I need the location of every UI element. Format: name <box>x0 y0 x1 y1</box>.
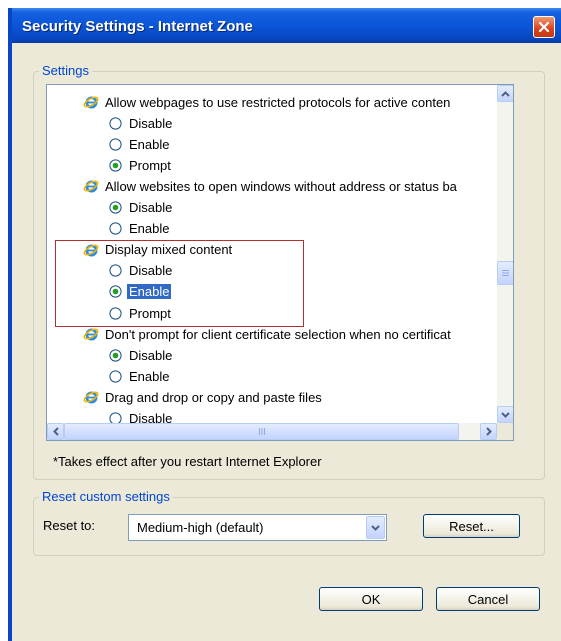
setting-option-label: Disable <box>129 200 173 215</box>
reset-legend: Reset custom settings <box>39 489 173 504</box>
arrow-up-icon <box>501 90 510 97</box>
radio-icon <box>109 159 122 172</box>
horizontal-scrollbar[interactable] <box>47 423 497 440</box>
internet-explorer-icon <box>83 328 99 341</box>
setting-option-label: Disable <box>129 411 173 423</box>
setting-category-label: Allow webpages to use restricted protoco… <box>105 94 451 110</box>
scrollbar-corner <box>497 423 513 440</box>
setting-category-label: Drag and drop or copy and paste files <box>105 389 322 405</box>
setting-option-label: Disable <box>129 115 173 131</box>
cancel-button[interactable]: Cancel <box>436 587 540 611</box>
horizontal-scroll-thumb[interactable] <box>64 423 459 440</box>
setting-option-radio[interactable]: Prompt <box>109 155 171 175</box>
grip-icon <box>502 270 509 276</box>
internet-explorer-icon <box>83 180 99 193</box>
internet-explorer-icon <box>83 391 99 404</box>
radio-icon <box>109 370 122 383</box>
reset-button[interactable]: Reset... <box>423 514 520 538</box>
setting-category: Don't prompt for client certificate sele… <box>83 324 451 344</box>
arrow-down-icon <box>501 411 510 418</box>
setting-category: Drag and drop or copy and paste files <box>83 387 322 407</box>
close-button[interactable] <box>533 16 555 38</box>
setting-option-radio[interactable]: Disable <box>109 345 172 365</box>
setting-category-label: Don't prompt for client certificate sele… <box>105 326 451 342</box>
setting-option-label: Disable <box>129 347 173 363</box>
title-bar[interactable]: Security Settings - Internet Zone <box>12 8 561 43</box>
setting-option-label: Prompt <box>129 157 171 173</box>
setting-option-radio[interactable]: Enable <box>109 219 169 239</box>
setting-option-label: Enable <box>129 221 170 237</box>
radio-icon <box>109 349 122 362</box>
annotation-highlight-box <box>55 240 304 327</box>
arrow-left-icon <box>52 427 59 436</box>
grip-icon <box>258 428 265 435</box>
vertical-scroll-thumb[interactable] <box>497 261 513 285</box>
reset-level-select[interactable]: Medium-high (default) <box>128 514 387 541</box>
chevron-down-icon <box>371 524 380 531</box>
arrow-right-icon <box>485 427 492 436</box>
ok-button[interactable]: OK <box>319 587 423 611</box>
close-icon <box>538 21 550 33</box>
radio-icon <box>109 138 122 151</box>
setting-category: Allow webpages to use restricted protoco… <box>83 92 450 112</box>
setting-option-radio[interactable]: Enable <box>109 366 169 386</box>
radio-icon <box>109 412 122 423</box>
scroll-left-button[interactable] <box>47 423 64 440</box>
reset-level-value: Medium-high (default) <box>137 520 264 535</box>
reset-level-dropdown-button[interactable] <box>366 516 385 539</box>
setting-option-radio[interactable]: Disable <box>109 198 172 218</box>
radio-icon <box>109 222 122 235</box>
setting-option-radio[interactable]: Disable <box>109 113 172 133</box>
radio-icon <box>109 201 122 214</box>
scroll-right-button[interactable] <box>480 423 497 440</box>
reset-to-label: Reset to: <box>43 518 96 533</box>
setting-option-label: Enable <box>129 136 170 152</box>
internet-explorer-icon <box>83 96 99 109</box>
setting-option-radio[interactable]: Disable <box>109 409 173 423</box>
scroll-up-button[interactable] <box>497 85 513 102</box>
radio-icon <box>109 116 122 130</box>
setting-option-label: Enable <box>129 368 170 384</box>
restart-note: *Takes effect after you restart Internet… <box>53 454 322 469</box>
settings-legend: Settings <box>39 63 92 78</box>
scroll-down-button[interactable] <box>497 406 513 423</box>
vertical-scrollbar[interactable] <box>497 85 513 423</box>
setting-category-label: Allow websites to open windows without a… <box>105 178 457 194</box>
window-title: Security Settings - Internet Zone <box>22 18 253 35</box>
setting-category: Allow websites to open windows without a… <box>83 176 457 196</box>
setting-option-radio[interactable]: Enable <box>109 134 169 154</box>
